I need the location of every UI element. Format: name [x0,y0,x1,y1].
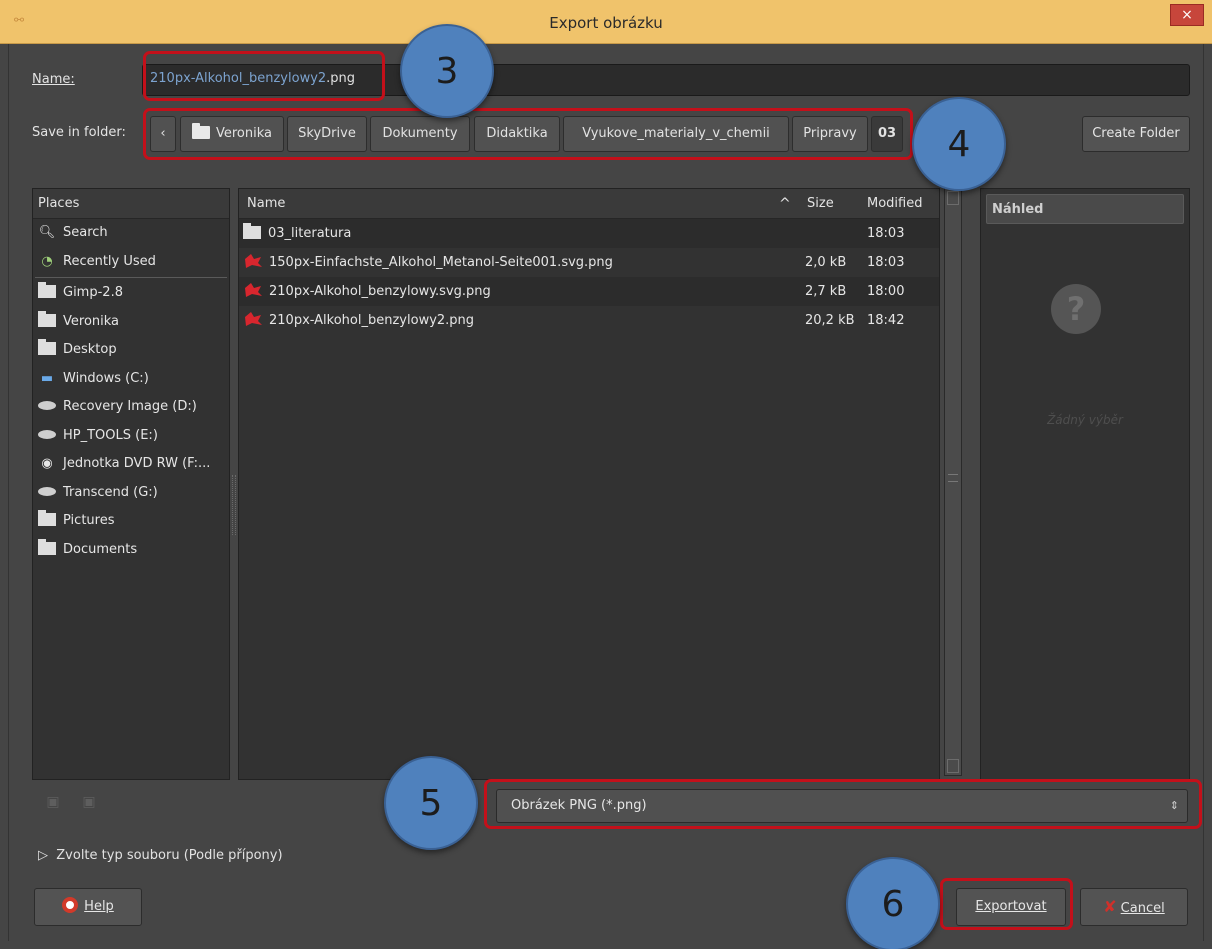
file-list-scrollbar[interactable] [944,188,962,776]
place-pictures[interactable]: Pictures [33,507,229,536]
cancel-x-icon: ✘ [1103,897,1117,916]
place-documents[interactable]: Documents [33,536,229,565]
file-type-expander[interactable]: ▷ Zvolte typ souboru (Podle přípony) [38,848,283,863]
file-name: 150px-Einfachste_Alkohol_Metanol-Seite00… [269,255,613,270]
drive-icon [38,486,56,496]
place-dvd-f[interactable]: ◉ Jednotka DVD RW (F:... [33,450,229,479]
file-row[interactable]: 210px-Alkohol_benzylowy2.png 20,2 kB 18:… [239,306,939,335]
add-bookmark-icon[interactable]: ▣ [44,793,62,811]
image-file-icon [243,280,263,297]
folder-icon [38,310,56,327]
no-preview-icon: ? [1051,284,1101,334]
name-label: Name: [32,72,75,87]
window-title: Export obrázku [549,14,663,32]
image-file-icon [243,251,263,268]
file-name: 210px-Alkohol_benzylowy2.png [269,313,475,328]
callout-6: 6 [846,857,940,949]
folder-icon [38,538,56,555]
folder-icon [243,223,261,239]
file-modified: 18:03 [867,255,905,270]
place-desktop[interactable]: Desktop [33,336,229,365]
drive-icon [38,401,56,410]
pane-resize-handle[interactable] [232,475,236,535]
column-modified[interactable]: Modified [867,189,922,219]
recent-icon: ◔ [41,253,53,269]
scroll-grip-icon [948,474,958,482]
folder-icon [38,510,56,526]
place-recovery-d[interactable]: Recovery Image (D:) [33,393,229,422]
callout-5: 5 [384,756,478,850]
place-hp-tools-e[interactable]: HP_TOOLS (E:) [33,422,229,451]
file-row[interactable]: 03_literatura 18:03 [239,219,939,248]
help-button[interactable]: Help [34,888,142,926]
column-name[interactable]: Name [247,189,285,219]
highlight-export-button [940,878,1073,930]
place-windows-c[interactable]: ▬ Windows (C:) [33,365,229,394]
places-header: Places [33,189,229,219]
place-recently-used[interactable]: ◔ Recently Used [33,248,229,277]
file-modified: 18:42 [867,313,905,328]
image-file-icon [243,309,263,326]
place-gimp[interactable]: Gimp-2.8 [33,279,229,308]
preview-header[interactable]: Náhled [986,194,1184,224]
search-icon: 🔍︎ [38,225,56,240]
file-name: 03_literatura [268,226,352,241]
place-search[interactable]: 🔍︎ Search [33,219,229,248]
close-button[interactable]: × [1170,4,1204,26]
cancel-button[interactable]: ✘ Cancel [1080,888,1188,926]
highlight-file-type [484,779,1202,829]
places-panel: Places 🔍︎ Search ◔ Recently Used Gimp-2.8 … [32,188,230,780]
file-size: 2,0 kB [805,255,847,270]
folder-icon [38,282,56,298]
lifebuoy-icon [62,897,79,913]
file-size: 20,2 kB [805,313,855,328]
column-size[interactable]: Size [807,189,834,219]
callout-3: 3 [400,24,494,118]
file-modified: 18:03 [867,226,905,241]
scroll-up-arrow[interactable] [947,191,959,205]
place-transcend-g[interactable]: Transcend (G:) [33,479,229,508]
scroll-down-arrow[interactable] [947,759,959,773]
save-in-folder-label: Save in folder: [32,125,126,140]
place-veronika[interactable]: Veronika [33,308,229,337]
expander-arrow-icon: ▷ [38,848,48,863]
file-size: 2,7 kB [805,284,847,299]
preview-panel: Náhled ? Žádný výběr [980,188,1190,780]
file-list-header: Name ^ Size Modified [239,189,939,219]
dvd-icon: ◉ [41,456,53,471]
sort-ascending-icon: ^ [779,196,791,212]
folder-icon [38,339,56,355]
file-list: Name ^ Size Modified 03_literatura 18:03… [238,188,940,780]
remove-bookmark-icon[interactable]: ▣ [80,793,98,811]
file-name: 210px-Alkohol_benzylowy.svg.png [269,284,491,299]
windows-drive-icon: ▬ [40,370,54,386]
places-separator [35,277,227,278]
highlight-breadcrumb [143,108,913,160]
create-folder-button[interactable]: Create Folder [1082,116,1190,152]
file-row[interactable]: 210px-Alkohol_benzylowy.svg.png 2,7 kB 1… [239,277,939,306]
callout-4: 4 [912,97,1006,191]
file-row[interactable]: 150px-Einfachste_Alkohol_Metanol-Seite00… [239,248,939,277]
title-bar: ⚯ Export obrázku × [0,0,1212,44]
drive-icon [38,429,56,439]
highlight-name-field [143,51,385,101]
file-modified: 18:00 [867,284,905,299]
preview-empty-text: Žádný výběr [1047,413,1123,427]
